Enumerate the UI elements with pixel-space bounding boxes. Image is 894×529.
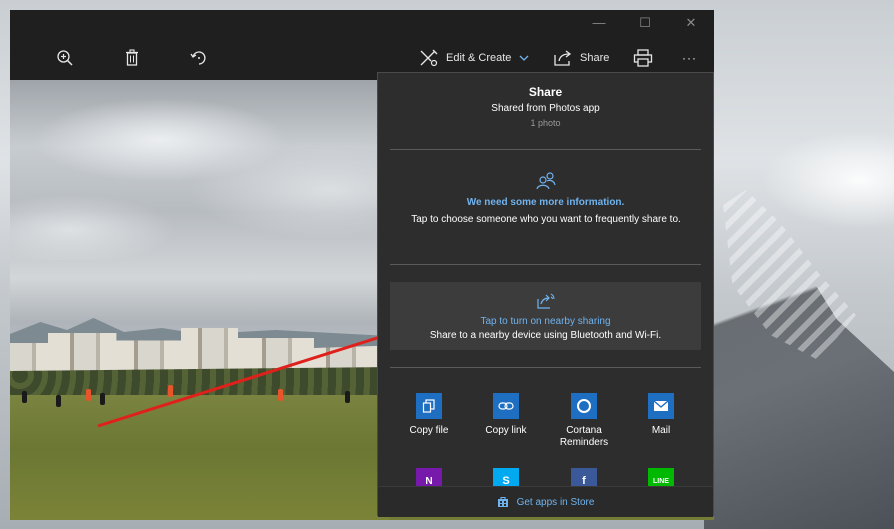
trash-icon bbox=[126, 49, 138, 66]
share-subtitle: Shared from Photos app bbox=[491, 103, 600, 114]
cortana-reminders-button[interactable]: Cortana Reminders bbox=[549, 393, 619, 449]
share-icon bbox=[554, 50, 572, 66]
nearby-sharing-icon bbox=[537, 293, 555, 309]
copy-file-button[interactable]: Copy file bbox=[394, 393, 464, 437]
app-label: Copy link bbox=[485, 425, 527, 436]
more-icon: ··· bbox=[682, 51, 697, 65]
close-button[interactable]: ✕ bbox=[668, 10, 714, 36]
photo-player bbox=[22, 391, 27, 403]
nearby-sharing-title: Tap to turn on nearby sharing bbox=[480, 316, 611, 327]
app-label: Cortana Reminders bbox=[559, 425, 609, 448]
chevron-down-icon bbox=[519, 55, 529, 61]
print-icon bbox=[633, 49, 653, 67]
mail-button[interactable]: Mail bbox=[626, 393, 696, 437]
rotate-button[interactable] bbox=[190, 36, 208, 80]
cortana-icon bbox=[571, 393, 597, 419]
divider bbox=[390, 149, 701, 150]
photo-player bbox=[345, 391, 350, 403]
get-apps-in-store-button[interactable]: Get apps in Store bbox=[378, 486, 713, 517]
photo-field bbox=[10, 385, 390, 520]
photo-player bbox=[168, 385, 173, 397]
rotate-icon bbox=[190, 51, 206, 65]
edit-create-label: Edit & Create bbox=[446, 52, 512, 64]
photo-player bbox=[56, 395, 61, 407]
divider bbox=[390, 264, 701, 265]
store-icon bbox=[497, 496, 508, 507]
share-item-count: 1 photo bbox=[530, 118, 561, 128]
nearby-sharing-button[interactable]: Tap to turn on nearby sharing Share to a… bbox=[390, 282, 701, 350]
zoom-in-icon bbox=[57, 50, 73, 66]
copy-link-button[interactable]: Copy link bbox=[471, 393, 541, 437]
divider bbox=[390, 367, 701, 368]
share-title: Share bbox=[528, 85, 563, 99]
share-label: Share bbox=[580, 52, 610, 64]
photo-player bbox=[278, 389, 283, 401]
get-apps-label: Get apps in Store bbox=[516, 496, 595, 508]
title-bar: — ☐ ✕ bbox=[10, 10, 714, 36]
edit-create-icon bbox=[420, 49, 438, 67]
minimize-button[interactable]: — bbox=[576, 10, 622, 36]
app-label: Mail bbox=[651, 425, 671, 436]
copy-file-icon bbox=[416, 393, 442, 419]
zoom-button[interactable] bbox=[56, 36, 74, 80]
delete-button[interactable] bbox=[124, 36, 140, 80]
info-body[interactable]: Tap to choose someone who you want to fr… bbox=[396, 213, 696, 226]
info-title[interactable]: We need some more information. bbox=[378, 197, 713, 208]
app-label: Copy file bbox=[409, 425, 449, 436]
link-icon bbox=[493, 393, 519, 419]
photo-player bbox=[86, 389, 91, 401]
maximize-button[interactable]: ☐ bbox=[622, 10, 668, 36]
mail-icon bbox=[648, 393, 674, 419]
share-flyout: Share Shared from Photos app 1 photo We … bbox=[377, 72, 714, 517]
photo-player bbox=[100, 393, 105, 405]
nearby-sharing-body: Share to a nearby device using Bluetooth… bbox=[429, 330, 662, 341]
people-icon bbox=[536, 172, 556, 190]
